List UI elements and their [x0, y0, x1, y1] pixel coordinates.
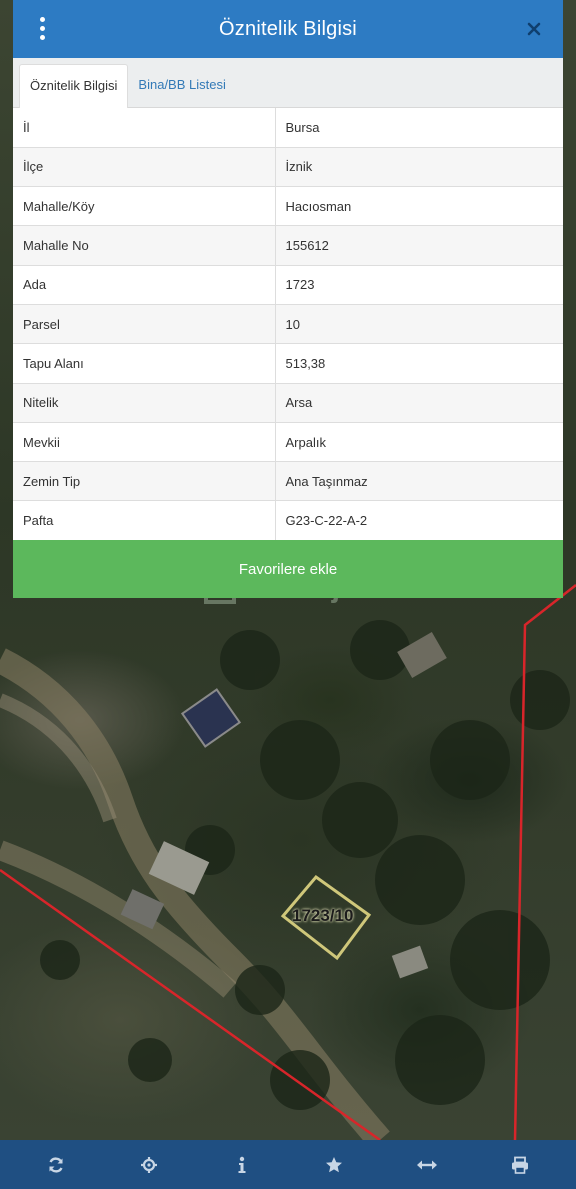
attribute-value: Bursa — [275, 108, 563, 148]
attribute-value: Arpalık — [275, 422, 563, 463]
tab-bar: Öznitelik Bilgisi Bina/BB Listesi — [13, 58, 563, 108]
attribute-key: Pafta — [13, 500, 276, 541]
dot-icon — [39, 25, 45, 31]
print-button[interactable] — [500, 1145, 540, 1185]
dot-icon — [39, 16, 45, 22]
dialog-header: Öznitelik Bilgisi — [13, 0, 563, 58]
attribute-value: Ana Taşınmaz — [275, 461, 563, 502]
more-menu-button[interactable] — [33, 14, 51, 42]
tab-attributes[interactable]: Öznitelik Bilgisi — [19, 64, 129, 108]
table-row: Tapu Alanı 513,38 — [13, 343, 563, 384]
locate-button[interactable] — [129, 1145, 169, 1185]
table-row: Ada 1723 — [13, 265, 563, 305]
dot-icon — [39, 34, 45, 40]
parcel-label: 1723/10 — [292, 906, 354, 925]
attribute-key: Ada — [13, 265, 276, 305]
attribute-key: Mahalle/Köy — [13, 186, 276, 227]
attribute-key: Zemin Tip — [13, 461, 276, 502]
bottom-toolbar — [0, 1140, 576, 1189]
refresh-icon — [49, 1156, 63, 1173]
measure-button[interactable] — [407, 1145, 447, 1185]
table-row: Pafta G23-C-22-A-2 — [13, 500, 563, 541]
table-row: Mevkii Arpalık — [13, 422, 563, 463]
attribute-key: Mevkii — [13, 422, 276, 463]
attribute-value: 513,38 — [275, 343, 563, 384]
info-icon — [238, 1156, 246, 1173]
favorites-button[interactable] — [314, 1145, 354, 1185]
table-row: İlçe İznik — [13, 147, 563, 188]
attribute-key: Parsel — [13, 304, 276, 345]
table-row: İl Bursa — [13, 108, 563, 148]
attribute-table: İl Bursa İlçe İznik Mahalle/Köy Hacıosman M… — [13, 108, 563, 541]
measure-icon — [416, 1160, 437, 1169]
attribute-key: Mahalle No — [13, 225, 276, 266]
table-row: Mahalle No 155612 — [13, 225, 563, 266]
attribute-value: 10 — [275, 304, 563, 345]
star-icon — [326, 1156, 343, 1172]
attribute-key: Nitelik — [13, 383, 276, 423]
add-to-favorites-button[interactable]: Favorilere ekle — [13, 540, 563, 598]
print-icon — [511, 1156, 528, 1174]
refresh-button[interactable] — [36, 1145, 76, 1185]
attribute-key: İlçe — [13, 147, 276, 188]
attribute-value: 1723 — [275, 265, 563, 305]
attribute-value: İznik — [275, 147, 563, 188]
info-button[interactable] — [222, 1145, 262, 1185]
table-row: Nitelik Arsa — [13, 383, 563, 423]
close-button[interactable] — [521, 16, 547, 42]
tab-building-list[interactable]: Bina/BB Listesi — [128, 64, 235, 108]
locate-icon — [140, 1156, 157, 1173]
dialog-title: Öznitelik Bilgisi — [219, 17, 357, 40]
attribute-value: G23-C-22-A-2 — [275, 500, 563, 541]
attribute-panel: Öznitelik Bilgisi Bina/BB Listesi İl Burs… — [13, 58, 563, 598]
attribute-key: Tapu Alanı — [13, 343, 276, 384]
close-icon — [527, 22, 541, 36]
table-row: Zemin Tip Ana Taşınmaz — [13, 461, 563, 502]
table-row: Mahalle/Köy Hacıosman — [13, 186, 563, 227]
attribute-value: 155612 — [275, 225, 563, 266]
attribute-value: Hacıosman — [275, 186, 563, 227]
attribute-key: İl — [13, 108, 276, 148]
attribute-value: Arsa — [275, 383, 563, 423]
table-row: Parsel 10 — [13, 304, 563, 345]
